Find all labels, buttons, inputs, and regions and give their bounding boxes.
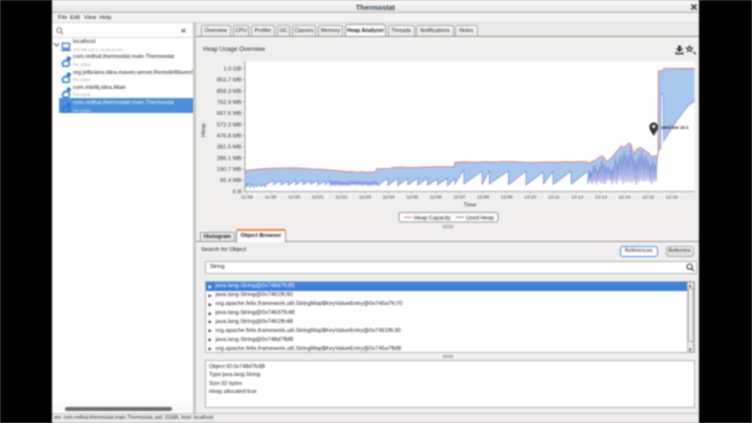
svg-text:12:08: 12:08: [477, 195, 489, 201]
svg-text:12:12: 12:12: [571, 195, 583, 201]
svg-text:12:05: 12:05: [406, 195, 418, 201]
svg-text:1.0 GB: 1.0 GB: [223, 67, 241, 73]
svg-text:Heap: Heap: [201, 123, 207, 137]
svg-text:12:09: 12:09: [501, 195, 513, 201]
svg-text:12:14: 12:14: [619, 195, 631, 201]
svg-text:381.5 MB: 381.5 MB: [217, 145, 242, 151]
svg-text:667.6 MB: 667.6 MB: [217, 111, 242, 117]
svg-text:858.3 MB: 858.3 MB: [217, 89, 242, 95]
svg-text:11:58: 11:58: [241, 195, 253, 201]
svg-text:12:02: 12:02: [335, 195, 347, 201]
svg-text:286.1 MB: 286.1 MB: [217, 156, 242, 162]
svg-text:12:11: 12:11: [548, 195, 560, 201]
svg-text:12:16: 12:16: [666, 195, 678, 201]
svg-text:Used Heap: Used Heap: [466, 216, 494, 222]
svg-text:572.2 MB: 572.2 MB: [217, 122, 242, 128]
svg-text:12:04: 12:04: [383, 195, 395, 201]
svg-text:12:00: 12:00: [288, 195, 300, 201]
svg-text:12:10: 12:10: [524, 195, 536, 201]
svg-text:12:15: 12:15: [642, 195, 654, 201]
svg-text:Heap Usage Overview: Heap Usage Overview: [203, 46, 265, 53]
svg-text:762.9 MB: 762.9 MB: [217, 100, 242, 106]
svg-text:12:07: 12:07: [453, 195, 465, 201]
svg-text:11:59: 11:59: [265, 195, 277, 201]
svg-text:12:01: 12:01: [312, 195, 324, 201]
svg-text:Wed Dec 24 1: Wed Dec 24 1: [662, 125, 690, 130]
svg-text:95.4 MB: 95.4 MB: [220, 178, 242, 184]
svg-text:Time: Time: [464, 203, 477, 209]
svg-text:953.7 MB: 953.7 MB: [217, 78, 242, 84]
svg-text:0 B: 0 B: [233, 189, 242, 195]
svg-text:190.7 MB: 190.7 MB: [217, 167, 242, 173]
svg-text:12:13: 12:13: [595, 195, 607, 201]
svg-text:Heap Capacity: Heap Capacity: [414, 216, 451, 222]
svg-text:476.8 MB: 476.8 MB: [217, 133, 242, 139]
svg-text:12:06: 12:06: [430, 195, 442, 201]
svg-text:12:03: 12:03: [359, 195, 371, 201]
